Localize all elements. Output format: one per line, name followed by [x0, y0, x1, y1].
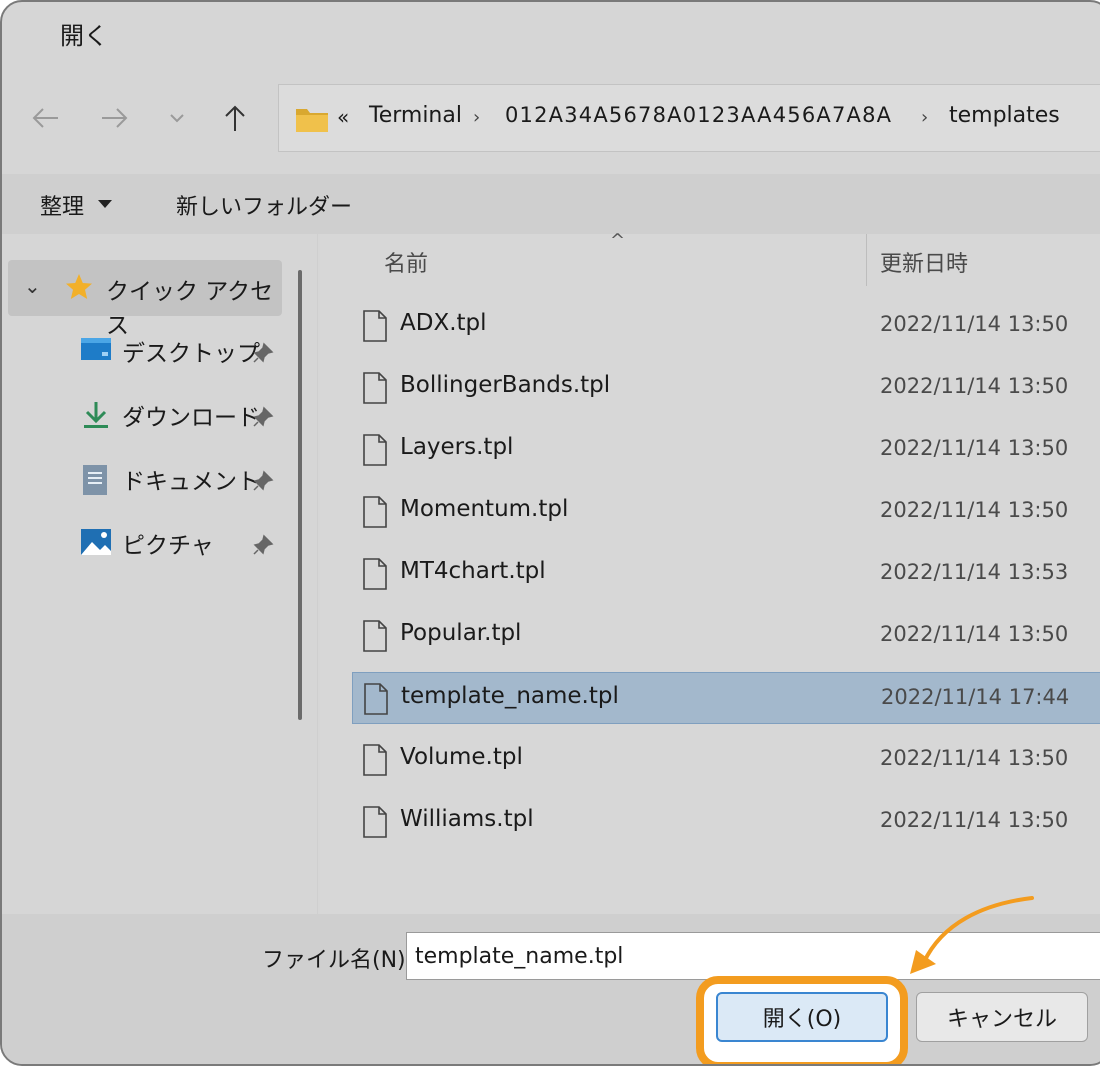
recent-locations-button[interactable] — [152, 78, 202, 158]
download-icon — [84, 402, 108, 428]
breadcrumb-folder[interactable]: 012A34A5678A0123AA456A7A8A — [505, 103, 903, 127]
file-modified-date: 2022/11/14 13:50 — [880, 808, 1069, 832]
command-bar: 整理 新しいフォルダー — [2, 174, 1100, 234]
file-modified-date: 2022/11/14 13:50 — [880, 436, 1069, 460]
file-icon — [362, 310, 388, 346]
pointer-arrow-icon — [910, 896, 1034, 974]
file-row[interactable]: Popular.tpl 2022/11/14 13:50 — [352, 610, 1100, 662]
file-row[interactable]: MT4chart.tpl 2022/11/14 13:53 — [352, 548, 1100, 600]
file-row[interactable]: Williams.tpl 2022/11/14 13:50 — [352, 796, 1100, 848]
sidebar-item-quick-access[interactable]: ⌄ クイック アクセス — [8, 260, 282, 339]
sidebar-item-downloads[interactable]: ダウンロード — [2, 388, 284, 444]
file-row[interactable]: Layers.tpl 2022/11/14 13:50 — [352, 424, 1100, 476]
file-name: template_name.tpl — [401, 683, 619, 709]
file-row[interactable]: BollingerBands.tpl 2022/11/14 13:50 — [352, 362, 1100, 414]
breadcrumb-separator[interactable]: › — [473, 107, 480, 128]
picture-icon — [81, 529, 111, 555]
file-icon — [362, 434, 388, 470]
file-name: Volume.tpl — [400, 744, 523, 770]
address-bar[interactable]: « Terminal › 012A34A5678A0123AA456A7A8A … — [278, 84, 1100, 152]
forward-button[interactable] — [90, 78, 140, 158]
new-folder-button[interactable]: 新しいフォルダー — [176, 189, 352, 221]
file-icon — [362, 744, 388, 780]
file-name: Layers.tpl — [400, 434, 514, 460]
pin-icon[interactable] — [252, 342, 274, 364]
file-name: MT4chart.tpl — [400, 558, 546, 584]
star-icon — [66, 274, 92, 299]
organize-button[interactable]: 整理 — [40, 189, 84, 221]
file-row[interactable]: template_name.tpl 2022/11/14 17:44 — [352, 672, 1100, 724]
navigation-pane-scrollbar[interactable] — [286, 234, 318, 914]
file-modified-date: 2022/11/14 13:50 — [880, 746, 1069, 770]
sidebar-item-label: デスクトップ — [122, 341, 260, 367]
file-name: Popular.tpl — [400, 620, 522, 646]
sort-ascending-icon: ^ — [610, 230, 626, 251]
arrow-up-icon — [225, 105, 245, 131]
navigation-pane: ⌄ クイック アクセス デスクトップ ダウンロード ドキュメント ピクチャ — [2, 234, 284, 914]
file-icon — [362, 806, 388, 842]
file-modified-date: 2022/11/14 13:50 — [880, 374, 1069, 398]
file-modified-date: 2022/11/14 13:50 — [880, 622, 1069, 646]
arrow-left-icon — [32, 108, 58, 128]
file-icon — [362, 496, 388, 532]
file-modified-date: 2022/11/14 13:53 — [880, 560, 1069, 584]
column-header-name[interactable]: 名前 — [384, 246, 428, 278]
file-name: Williams.tpl — [400, 806, 534, 832]
document-icon — [83, 465, 107, 495]
sidebar-item-label: ダウンロード — [122, 405, 260, 431]
open-button[interactable]: 開く(O) — [716, 992, 888, 1042]
file-icon — [362, 372, 388, 408]
arrow-right-icon — [102, 108, 128, 128]
chevron-down-icon — [170, 114, 184, 123]
scrollbar-thumb[interactable] — [298, 270, 302, 720]
filename-label: ファイル名(N): — [262, 948, 414, 973]
back-button[interactable] — [20, 78, 70, 158]
file-icon — [363, 683, 389, 719]
breadcrumb-terminal[interactable]: Terminal — [369, 103, 462, 128]
navigation-row: « Terminal › 012A34A5678A0123AA456A7A8A … — [2, 78, 1100, 158]
chevron-down-icon[interactable]: ⌄ — [24, 274, 41, 298]
file-name: Momentum.tpl — [400, 496, 569, 522]
sidebar-item-label: ドキュメント — [122, 469, 260, 495]
file-list: ^ 名前 更新日時 ADX.tpl 2022/11/14 13:50 Bolling… — [320, 230, 1100, 914]
folder-icon — [296, 109, 328, 132]
sidebar-item-desktop[interactable]: デスクトップ — [2, 324, 284, 380]
cancel-button[interactable]: キャンセル — [916, 992, 1088, 1042]
open-file-dialog: 開く « Terminal › 012A34A5678A0123AA456A7A… — [0, 0, 1100, 1066]
pin-icon[interactable] — [252, 534, 274, 556]
title-bar: 開く — [2, 2, 1100, 68]
breadcrumb-overflow[interactable]: « — [337, 105, 349, 129]
file-icon — [362, 558, 388, 594]
file-modified-date: 2022/11/14 13:50 — [880, 498, 1069, 522]
sidebar-item-pictures[interactable]: ピクチャ — [2, 516, 284, 572]
breadcrumb-separator[interactable]: › — [921, 107, 928, 128]
file-name: BollingerBands.tpl — [400, 372, 611, 398]
file-modified-date: 2022/11/14 13:50 — [880, 312, 1069, 336]
file-modified-date: 2022/11/14 17:44 — [881, 685, 1070, 709]
file-row[interactable]: ADX.tpl 2022/11/14 13:50 — [352, 300, 1100, 352]
breadcrumb-templates[interactable]: templates — [949, 103, 1060, 128]
file-row[interactable]: Momentum.tpl 2022/11/14 13:50 — [352, 486, 1100, 538]
desktop-icon — [81, 338, 111, 360]
pin-icon[interactable] — [252, 406, 274, 428]
sidebar-item-documents[interactable]: ドキュメント — [2, 452, 284, 508]
file-row[interactable]: Volume.tpl 2022/11/14 13:50 — [352, 734, 1100, 786]
sidebar-item-label: ピクチャ — [122, 533, 214, 559]
up-button[interactable] — [210, 78, 260, 158]
column-header-modified[interactable]: 更新日時 — [880, 246, 968, 278]
pin-icon[interactable] — [252, 470, 274, 492]
organize-caret-icon[interactable] — [98, 200, 112, 208]
dialog-title: 開く — [60, 22, 108, 50]
file-name: ADX.tpl — [400, 310, 487, 336]
column-divider[interactable] — [866, 234, 867, 286]
file-icon — [362, 620, 388, 656]
